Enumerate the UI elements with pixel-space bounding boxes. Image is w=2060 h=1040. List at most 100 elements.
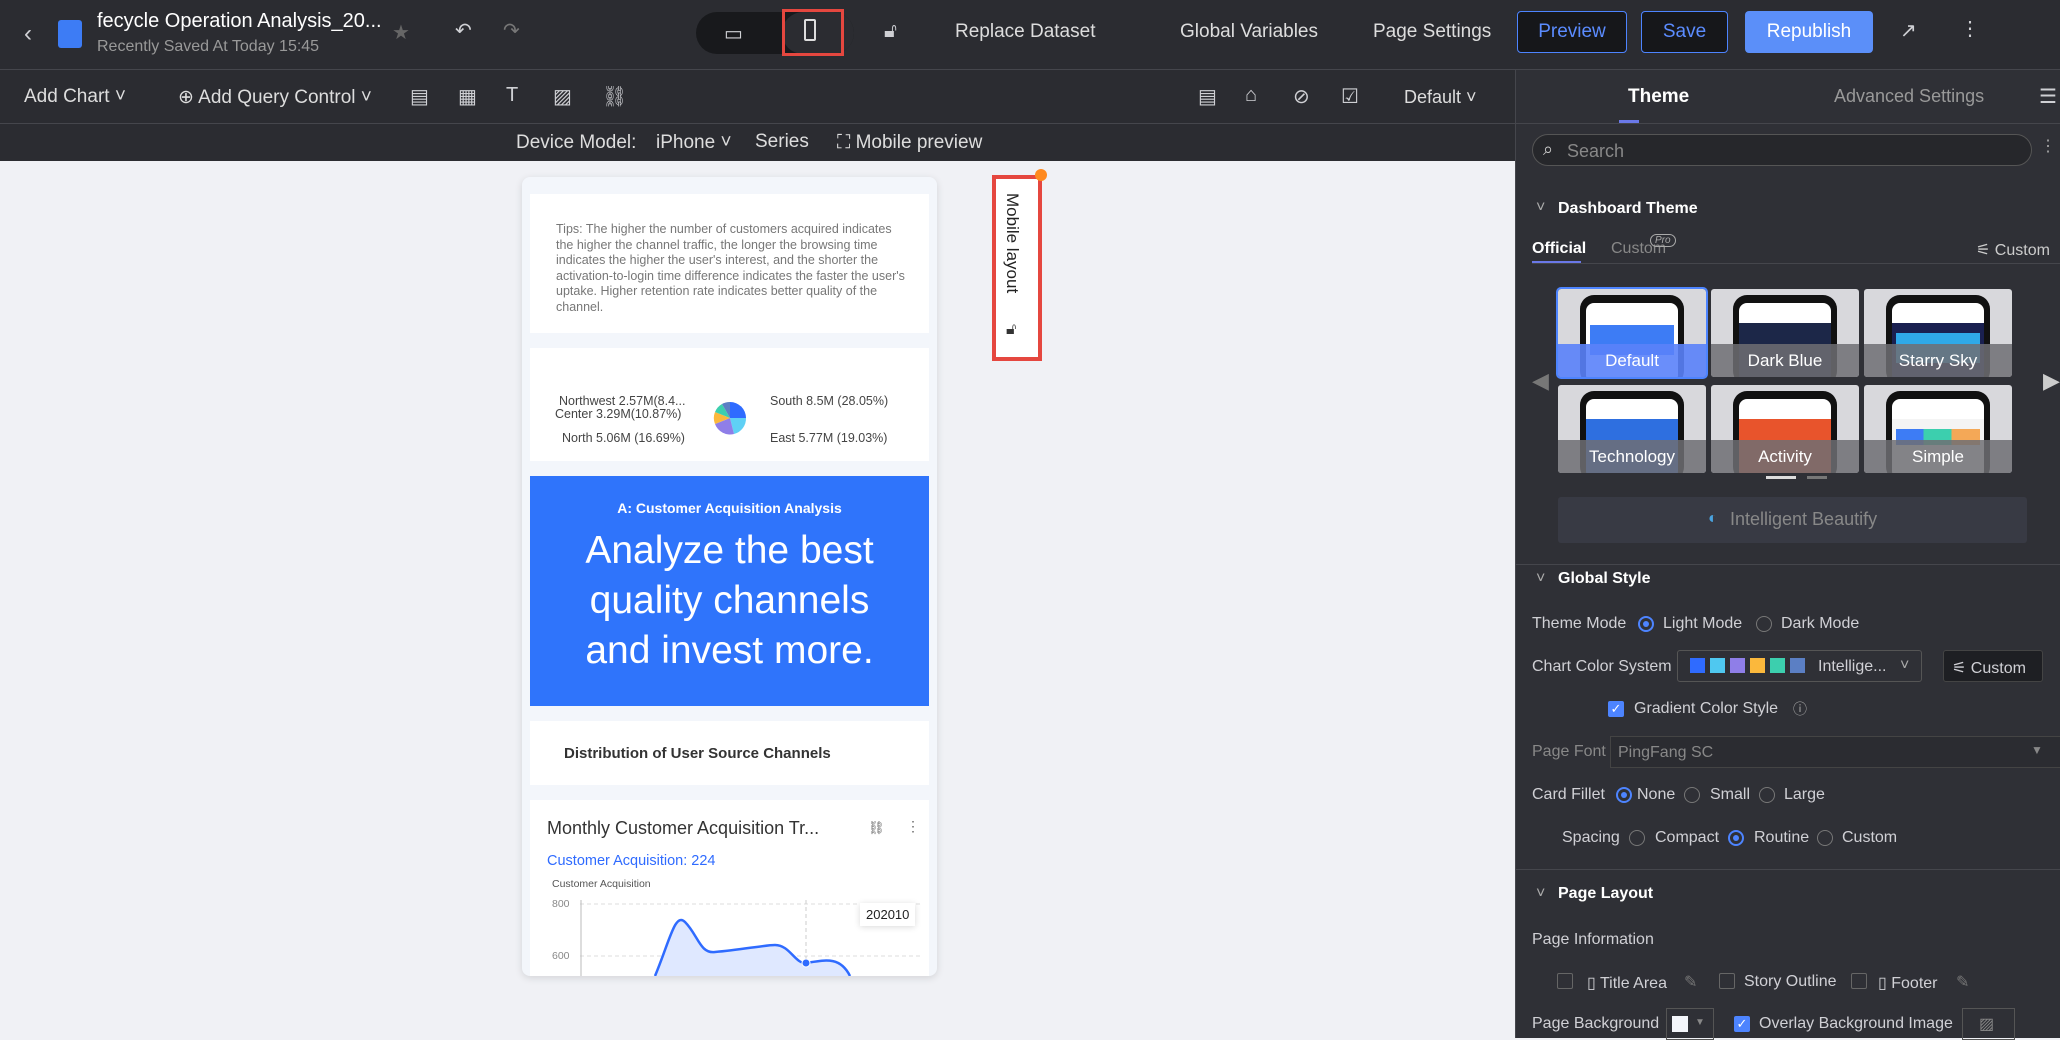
story-outline-checkbox[interactable] [1719,973,1735,989]
dark-mode-radio[interactable] [1756,616,1772,632]
theme-dark-blue[interactable]: Dark Blue [1711,289,1859,377]
report-format-icon[interactable]: ▤ [1198,84,1217,109]
brush-icon[interactable]: ⌂ [1245,84,1257,107]
theme-starry-sky[interactable]: Starry Sky [1864,289,2012,377]
desktop-icon[interactable]: ▭ [724,21,743,46]
fillet-none-radio[interactable] [1616,787,1632,803]
check-icon[interactable]: ☑ [1341,84,1359,109]
mobile-layout-tab[interactable]: Mobile layout 🔓︎ [992,175,1042,361]
banner-card[interactable]: A: Customer Acquisition Analysis Analyze… [530,476,929,706]
spacing-routine-radio[interactable] [1728,830,1744,846]
spacing-custom-radio[interactable] [1817,830,1833,846]
add-chart-button[interactable]: Add Chart ˅ [24,86,126,108]
redo-icon[interactable]: ↷ [503,18,520,43]
page-layout-title: Page Layout [1558,885,1654,902]
fillet-small-radio[interactable] [1684,787,1700,803]
global-style-chevron[interactable]: ˅ [1536,570,1545,588]
info-icon[interactable]: ⓘ [1793,699,1807,719]
distribution-title-card[interactable]: Distribution of User Source Channels [530,721,929,785]
unlink-icon[interactable]: ⛓︎ [868,820,885,836]
page-settings-button[interactable]: Page Settings [1373,21,1491,43]
custom-theme-button[interactable]: ⚟ Custom [1976,240,2050,260]
saved-status: Recently Saved At Today 15:45 [97,38,320,55]
link-icon[interactable]: ⛓︎ [602,84,627,109]
page-background-picker[interactable]: ▼ [1666,1008,1714,1040]
preview-button[interactable]: Preview [1517,11,1627,53]
star-icon[interactable]: ★ [392,20,410,45]
image-icon[interactable]: ▨ [553,84,572,109]
back-icon[interactable]: ‹ [24,20,32,48]
collapse-panel-icon[interactable]: ☰ [2039,84,2057,109]
device-bar: Device Model: iPhone ˅ Series ⛶ Mobile p… [0,124,1515,161]
replace-dataset-button[interactable]: Replace Dataset [955,21,1095,43]
footer-checkbox[interactable] [1851,973,1867,989]
y-axis-label: Customer Acquisition [552,878,651,890]
republish-button[interactable]: Republish [1745,11,1873,53]
tab-theme[interactable]: Theme [1628,86,1689,108]
share-icon[interactable]: ↗ [1900,18,1917,43]
card-more-icon[interactable]: ⋮ [906,818,920,835]
page-font-select[interactable]: PingFang SC ▼ [1610,736,2060,768]
chart-color-system-label: Chart Color System [1532,658,1672,675]
tab-advanced-settings[interactable]: Advanced Settings [1834,86,1984,107]
pie-card[interactable]: Northwest 2.57M(8.4... Center 3.29M(10.8… [530,348,929,461]
carousel-dot-active[interactable] [1766,476,1796,479]
light-mode-radio[interactable] [1638,616,1654,632]
save-button[interactable]: Save [1641,11,1728,53]
undo-icon[interactable]: ↶ [455,18,472,43]
mobile-layout-label: Mobile layout [1003,193,1022,294]
dashboard-theme-chevron[interactable]: ˅ [1536,199,1545,217]
search-input[interactable]: ⌕ Search [1532,134,2032,166]
chart-color-system-select[interactable]: Intellige... ˅ [1677,650,1922,682]
chevron-down-icon: ˅ [1900,657,1910,674]
monthly-chart-card[interactable]: Monthly Customer Acquisition Tr... ⛓︎ ⋮ … [530,800,929,976]
theme-default[interactable]: Default [1556,287,1708,379]
gradient-checkbox[interactable]: ✓ [1608,701,1624,717]
palette-swatch [1730,658,1745,673]
page-layout-chevron[interactable]: ˅ [1536,885,1545,903]
tab-official[interactable]: Official [1532,240,1586,258]
color-custom-button[interactable]: ⚟ Custom [1943,650,2043,682]
overlay-bg-checkbox[interactable]: ✓ [1734,1016,1750,1032]
hide-icon[interactable]: ⊘ [1293,84,1310,109]
mobile-preview-label: Mobile preview [855,132,983,153]
edit-title-icon[interactable]: ✎ [1684,972,1697,992]
add-query-control-button[interactable]: ⊕ Add Query Control ˅ [178,86,372,109]
tab-component-icon[interactable]: ▦ [458,84,477,109]
page-background-label: Page Background [1532,1015,1660,1032]
edit-footer-icon[interactable]: ✎ [1956,972,1969,992]
theme-simple[interactable]: Simple [1864,385,2012,473]
global-style-title: Global Style [1558,570,1651,587]
fillet-large-label: Large [1784,786,1825,803]
intelligent-beautify-button[interactable]: ◐ Intelligent Beautify [1558,497,2027,543]
theme-next-icon[interactable]: ▶ [2043,368,2060,394]
more-icon[interactable]: ⋮ [1960,16,1980,41]
lock-icon[interactable]: 🔓︎ [884,20,897,43]
layout-icon[interactable]: ▤ [410,84,429,109]
text-icon[interactable]: T [506,84,518,107]
fillet-large-radio[interactable] [1759,787,1775,803]
color-palette [1690,658,1805,673]
spacing-compact-label: Compact [1655,829,1720,846]
carousel-dot[interactable] [1807,476,1827,479]
theme-activity[interactable]: Activity [1711,385,1859,473]
mobile-preview-button[interactable]: ⛶ Mobile preview [837,132,982,154]
global-variables-button[interactable]: Global Variables [1180,21,1318,43]
report-title[interactable]: fecycle Operation Analysis_20... [97,10,382,33]
title-area-checkbox[interactable] [1557,973,1573,989]
image-icon: ▨ [1979,1016,1995,1033]
add-chart-label: Add Chart [24,86,110,107]
series-button[interactable]: Series [755,131,809,153]
footer-label: ▯ Footer [1878,975,1938,992]
background-image-button[interactable]: ▨ [1962,1008,2015,1040]
default-select[interactable]: Default ˅ [1404,87,1477,108]
pie-label-north: North 5.06M (16.69%) [562,431,685,445]
theme-prev-icon[interactable]: ◀ [1532,368,1549,394]
tips-card[interactable]: Tips: The higher the number of customers… [530,194,929,333]
search-more-icon[interactable]: ⋮ [2040,136,2056,156]
spacing-compact-radio[interactable] [1629,830,1645,846]
mobile-button[interactable] [782,9,844,56]
theme-technology[interactable]: Technology [1558,385,1706,473]
device-model-select[interactable]: iPhone ˅ [656,132,732,154]
device-switch: ▭ [696,9,854,56]
